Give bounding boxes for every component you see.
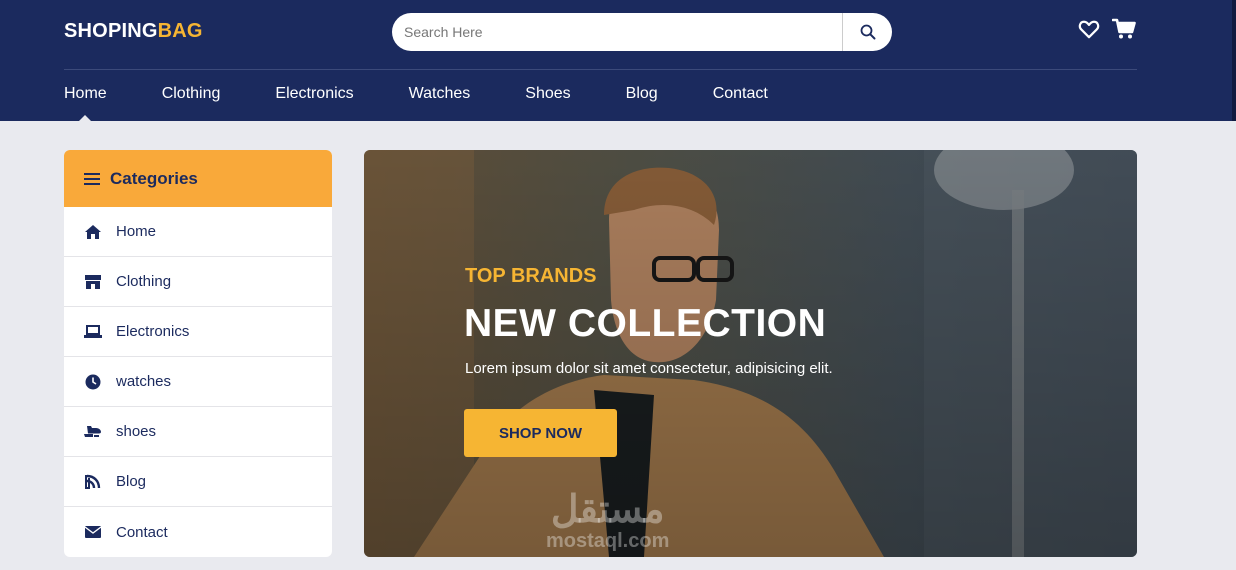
- watermark-latin: mostaql.com: [546, 530, 670, 552]
- nav-blog[interactable]: Blog: [626, 84, 658, 104]
- hero-banner: TOP BRANDS NEW COLLECTION Lorem ipsum do…: [364, 150, 1137, 557]
- watermark-arabic: مستقل: [550, 489, 665, 531]
- wishlist-button[interactable]: [1078, 19, 1100, 44]
- hero-description: Lorem ipsum dolor sit amet consectetur, …: [465, 360, 833, 377]
- home-icon: [85, 224, 101, 239]
- nav-shoes[interactable]: Shoes: [525, 84, 570, 104]
- clock-icon: [85, 374, 101, 389]
- header-icons: [1078, 18, 1136, 45]
- category-item-contact[interactable]: Contact: [64, 507, 332, 557]
- category-label: watches: [116, 373, 172, 390]
- category-label: shoes: [116, 423, 157, 440]
- envelope-icon: [84, 526, 102, 538]
- cart-icon: [1111, 18, 1136, 39]
- categories-list: Home Clothing Electronics watches shoes …: [64, 207, 332, 557]
- categories-panel: Categories Home Clothing Electronics wat…: [64, 150, 332, 557]
- shop-now-button[interactable]: SHOP NOW: [464, 409, 617, 457]
- feed-icon: [85, 474, 101, 489]
- category-item-electronics[interactable]: Electronics: [64, 307, 332, 357]
- logo-part-1: SHOPING: [64, 20, 158, 42]
- nav-electronics[interactable]: Electronics: [275, 84, 353, 104]
- category-label: Blog: [116, 473, 147, 490]
- watermark: مستقل mostaql.com: [546, 490, 669, 552]
- nav-watches[interactable]: Watches: [409, 84, 471, 104]
- hero-title: NEW COLLECTION: [464, 302, 827, 345]
- heart-icon: [1078, 20, 1100, 39]
- search-button[interactable]: [842, 13, 892, 51]
- category-item-shoes[interactable]: shoes: [64, 407, 332, 457]
- nav-clothing[interactable]: Clothing: [162, 84, 221, 104]
- search-input[interactable]: [392, 13, 842, 51]
- category-item-blog[interactable]: Blog: [64, 457, 332, 507]
- main-nav: Home Clothing Electronics Watches Shoes …: [64, 84, 823, 104]
- category-label: Home: [116, 223, 157, 240]
- categories-header[interactable]: Categories: [64, 150, 332, 207]
- header-divider: [64, 69, 1137, 70]
- cart-button[interactable]: [1111, 18, 1136, 45]
- store-icon: [85, 274, 101, 289]
- hero-subtitle: TOP BRANDS: [465, 265, 597, 287]
- categories-title: Categories: [110, 168, 198, 188]
- shoe-icon: [84, 425, 101, 437]
- category-item-clothing[interactable]: Clothing: [64, 257, 332, 307]
- search-icon: [860, 24, 875, 40]
- category-item-watches[interactable]: watches: [64, 357, 332, 407]
- site-header: SHOPINGBAG Home Clothing Electronics Wat…: [0, 0, 1236, 121]
- nav-contact[interactable]: Contact: [713, 84, 768, 104]
- category-item-home[interactable]: Home: [64, 207, 332, 257]
- menu-icon: [84, 172, 100, 185]
- category-label: Contact: [116, 523, 168, 541]
- laptop-icon: [84, 324, 102, 338]
- nav-home[interactable]: Home: [64, 84, 107, 104]
- search-bar: [392, 13, 892, 51]
- category-label: Clothing: [116, 273, 172, 290]
- hero-background-image: [364, 150, 1137, 557]
- category-label: Electronics: [116, 323, 190, 340]
- logo-part-2: BAG: [157, 20, 203, 42]
- logo[interactable]: SHOPINGBAG: [64, 20, 203, 43]
